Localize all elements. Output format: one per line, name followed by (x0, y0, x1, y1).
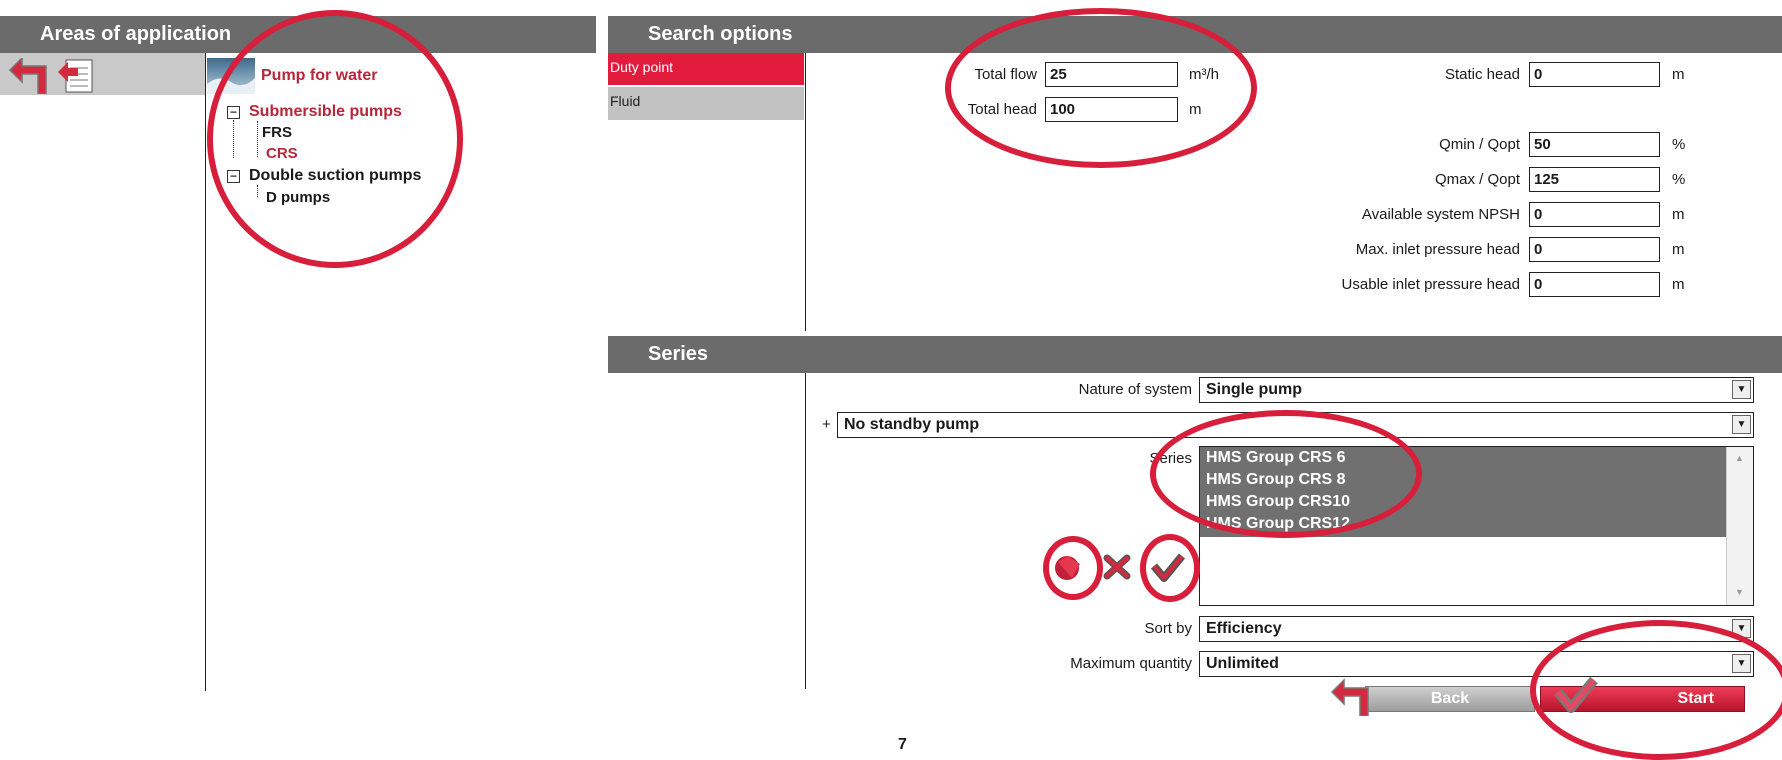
areas-divider (205, 53, 206, 691)
npsh-input[interactable]: 0 (1529, 202, 1660, 227)
scroll-down-icon[interactable]: ▼ (1735, 587, 1744, 597)
standby-prefix: + (822, 416, 831, 433)
static-head-input[interactable]: 0 (1529, 62, 1660, 87)
max-inlet-unit: m (1672, 241, 1685, 258)
npsh-unit: m (1672, 206, 1685, 223)
chevron-down-icon[interactable]: ▼ (1732, 380, 1751, 399)
usable-inlet-unit: m (1672, 276, 1685, 293)
sort-by-label: Sort by (1144, 620, 1192, 637)
annotation-circle (1150, 410, 1422, 538)
npsh-label: Available system NPSH (1361, 206, 1520, 223)
annotation-circle (207, 10, 463, 268)
page-number: 7 (898, 736, 907, 753)
qmin-qopt-unit: % (1672, 136, 1686, 153)
static-head-label: Static head (1444, 66, 1520, 83)
annotation-circle (1530, 620, 1782, 760)
nature-of-system-label: Nature of system (1078, 381, 1192, 398)
qmax-qopt-unit: % (1672, 171, 1686, 188)
listbox-scrollbar[interactable]: ▲ ▼ (1726, 447, 1753, 605)
max-quantity-value: Unlimited (1206, 655, 1279, 672)
series-header: Series (608, 336, 1782, 373)
nature-of-system-select[interactable]: Single pump ▼ (1199, 377, 1754, 403)
max-quantity-label: Maximum quantity (1070, 655, 1192, 672)
chevron-down-icon[interactable]: ▼ (1732, 415, 1751, 434)
qmin-qopt-label: Qmin / Qopt (1439, 136, 1520, 153)
series-divider (805, 373, 806, 689)
search-divider (805, 53, 806, 331)
collapse-tree-icon[interactable] (56, 58, 94, 94)
back-button-label: Back (1430, 690, 1470, 707)
annotation-circle (1140, 534, 1200, 602)
sort-by-value: Efficiency (1206, 620, 1282, 637)
annotation-circle (1043, 536, 1103, 600)
static-head-unit: m (1672, 66, 1685, 83)
qmin-qopt-input[interactable]: 50 (1529, 132, 1660, 157)
max-inlet-label: Max. inlet pressure head (1355, 241, 1520, 258)
usable-inlet-input[interactable]: 0 (1529, 272, 1660, 297)
qmax-qopt-label: Qmax / Qopt (1434, 171, 1520, 188)
back-arrow-icon[interactable] (1330, 678, 1370, 717)
nature-of-system-value: Single pump (1206, 381, 1302, 398)
max-inlet-input[interactable]: 0 (1529, 237, 1660, 262)
tab-duty-point[interactable]: Duty point (608, 53, 804, 85)
annotation-circle (945, 8, 1257, 168)
remove-series-icon[interactable] (1102, 554, 1132, 580)
standby-pump-value: No standby pump (844, 416, 980, 433)
back-button[interactable]: Back (1365, 686, 1535, 712)
usable-inlet-label: Usable inlet pressure head (1341, 276, 1520, 293)
tab-fluid[interactable]: Fluid (608, 86, 804, 120)
scroll-up-icon[interactable]: ▲ (1735, 453, 1744, 463)
qmax-qopt-input[interactable]: 125 (1529, 167, 1660, 192)
back-arrow-icon[interactable] (8, 56, 48, 95)
